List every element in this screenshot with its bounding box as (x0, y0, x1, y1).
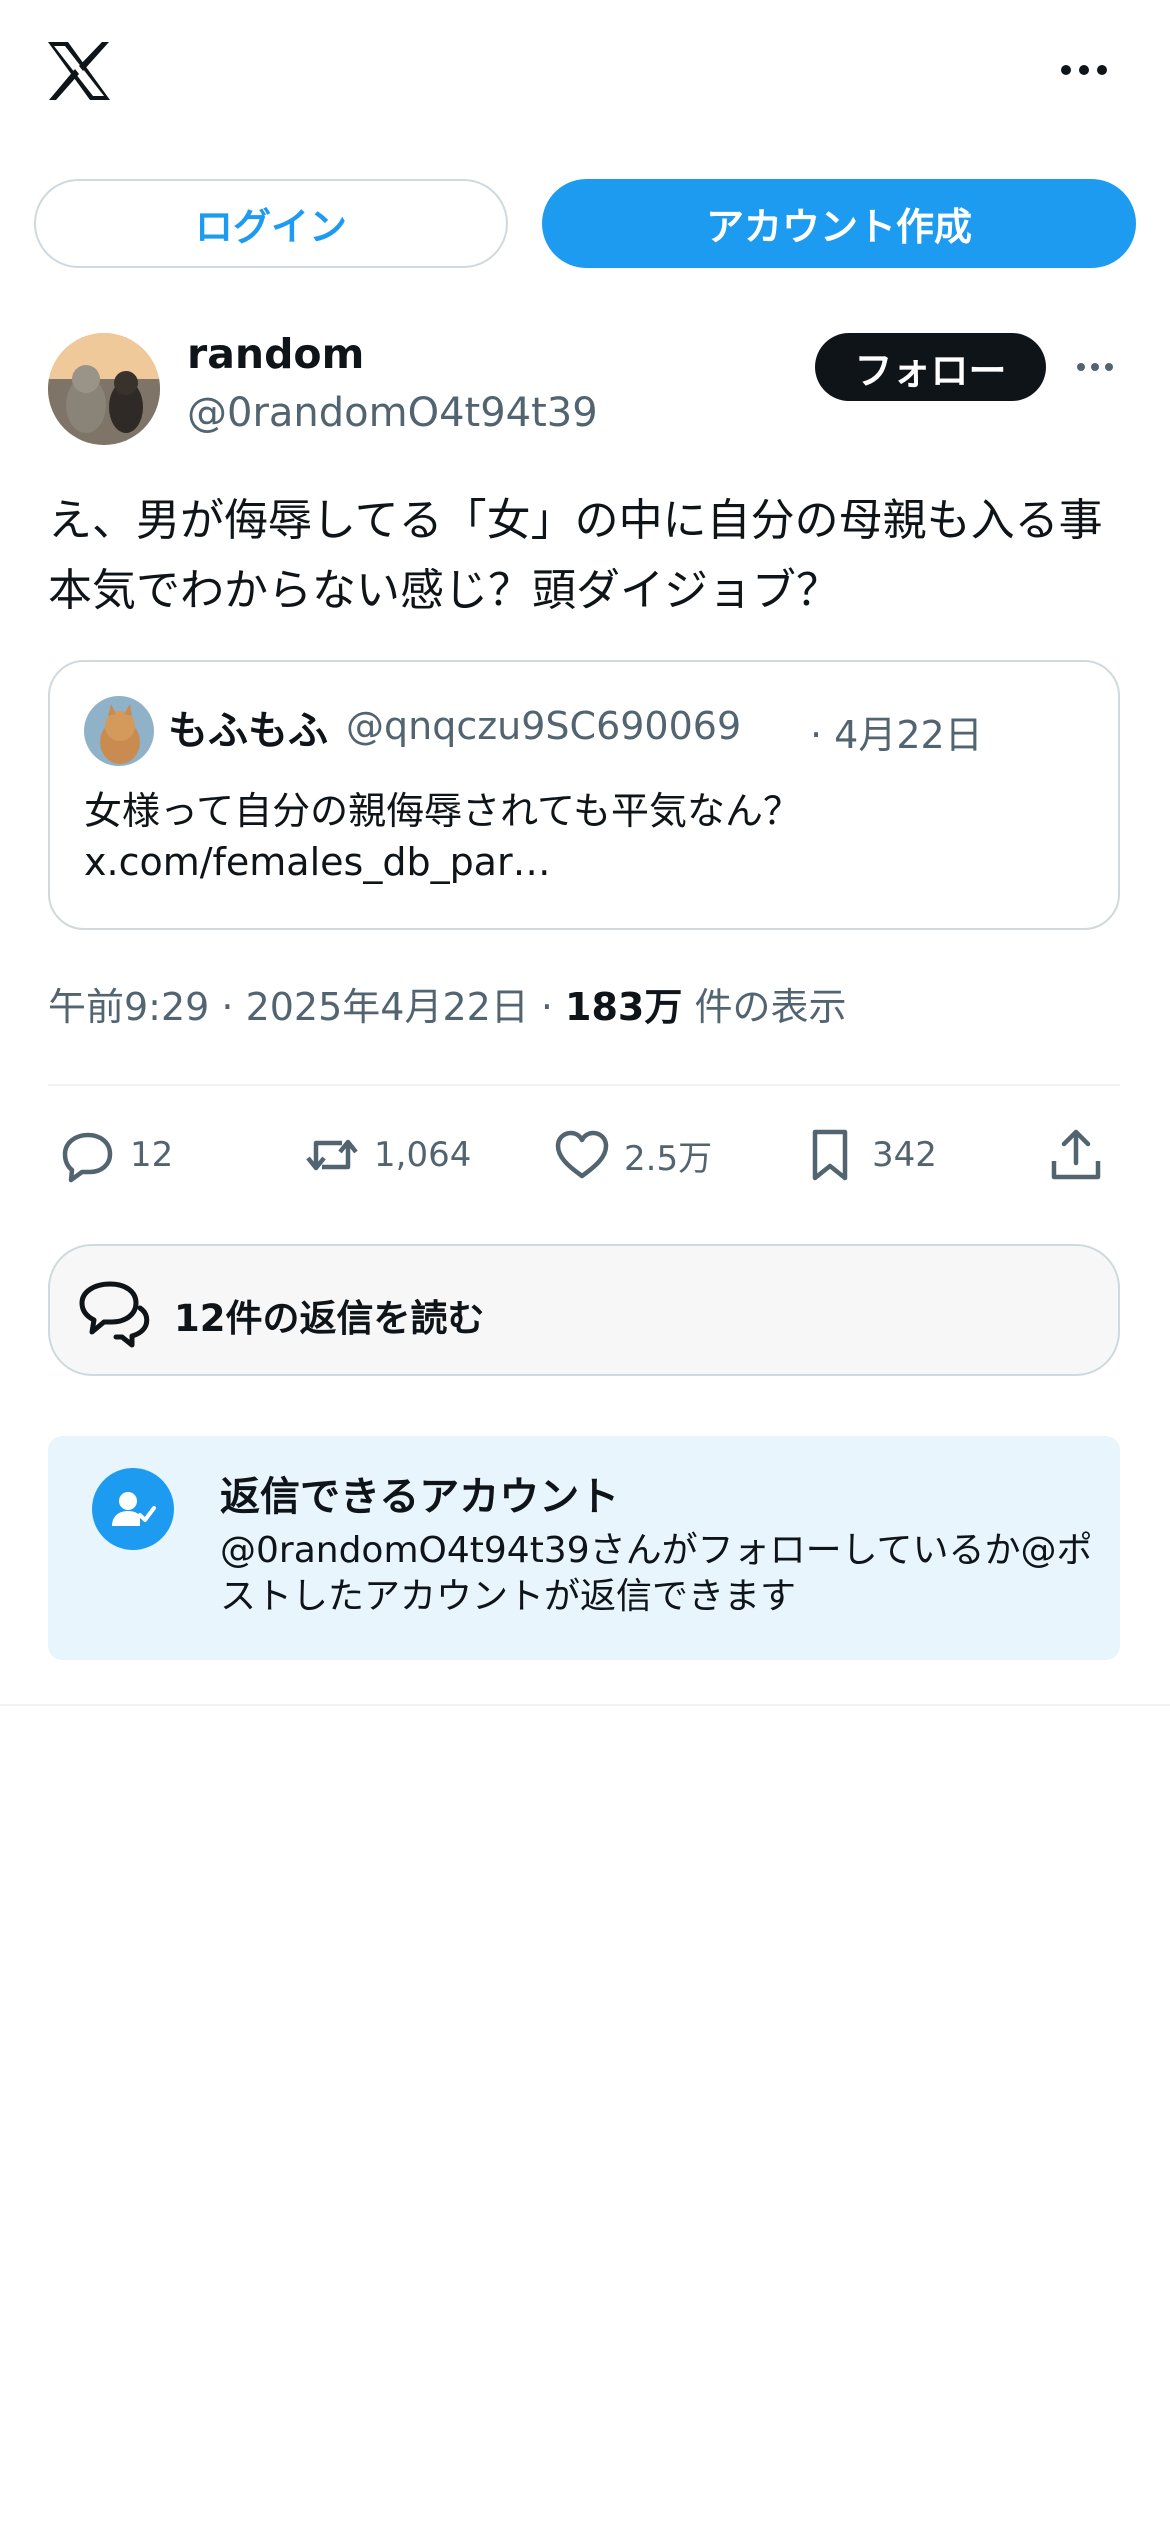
more-icon[interactable] (1058, 60, 1110, 80)
like-count: 2.5万 (624, 1138, 713, 1179)
post-more-icon[interactable] (1075, 359, 1115, 375)
avatar[interactable] (48, 333, 160, 445)
quoted-post-card[interactable]: もふもふ @qnqczu9SC690069 · 4月22日 女様って自分の親侮辱… (48, 660, 1120, 930)
reply-button[interactable]: 12 (58, 1122, 173, 1188)
view-count: 183万 (565, 985, 683, 1029)
like-button[interactable]: 2.5万 (552, 1122, 712, 1188)
quoted-link[interactable]: x.com/females_db_par… (84, 840, 551, 884)
user-check-icon (92, 1468, 174, 1550)
quoted-author-name: もふもふ (168, 708, 328, 754)
divider (48, 1084, 1120, 1086)
post-page: ログイン アカウント作成 random @0randomO4t94t39 フォロ… (0, 0, 1170, 2532)
bookmark-icon (812, 1129, 848, 1181)
who-can-reply-description: @0randomO4t94t39さんがフォローしているか@ポストしたアカウントが… (220, 1530, 1093, 1617)
repost-count: 1,064 (374, 1135, 472, 1175)
read-replies-button[interactable]: 12件の返信を読む (48, 1244, 1120, 1376)
bookmark-count: 342 (872, 1135, 937, 1175)
post-meta: 午前9:29 · 2025年4月22日 · 183万 件の表示 (48, 976, 846, 1031)
who-can-reply-title: 返信できるアカウント (220, 1474, 620, 1520)
divider (0, 1704, 1170, 1706)
share-icon (1051, 1129, 1101, 1180)
who-can-reply-box: 返信できるアカウント @0randomO4t94t39さんがフォローしているか@… (48, 1436, 1120, 1660)
quoted-date: · 4月22日 (810, 713, 983, 757)
chat-bubbles-icon (79, 1281, 150, 1348)
author-handle[interactable]: @0randomO4t94t39 (187, 390, 598, 436)
heart-icon (555, 1130, 609, 1179)
x-logo-icon[interactable] (46, 40, 112, 102)
author-name[interactable]: random (187, 330, 364, 378)
follow-button[interactable]: フォロー (815, 333, 1046, 401)
bookmark-button[interactable]: 342 (800, 1122, 937, 1188)
reply-icon (62, 1132, 113, 1183)
post-timestamp[interactable]: 午前9:29 · 2025年4月22日 · (48, 985, 565, 1029)
repost-icon (306, 1139, 358, 1171)
view-suffix: 件の表示 (682, 985, 847, 1029)
post-text: え、男が侮辱してる「女」の中に自分の母親も入る事本気でわからない感じ？頭ダイジョ… (48, 495, 1103, 616)
reply-count: 12 (130, 1135, 174, 1175)
quoted-text: 女様って自分の親侮辱されても平気なん？ (84, 789, 802, 833)
share-button[interactable] (1046, 1122, 1106, 1188)
quoted-avatar (84, 696, 154, 766)
read-replies-label: 12件の返信を読む (174, 1297, 485, 1340)
login-button[interactable]: ログイン (34, 179, 508, 268)
quoted-author-handle: @qnqczu9SC690069 (346, 704, 742, 748)
create-account-button[interactable]: アカウント作成 (542, 179, 1136, 268)
repost-button[interactable]: 1,064 (302, 1122, 471, 1188)
